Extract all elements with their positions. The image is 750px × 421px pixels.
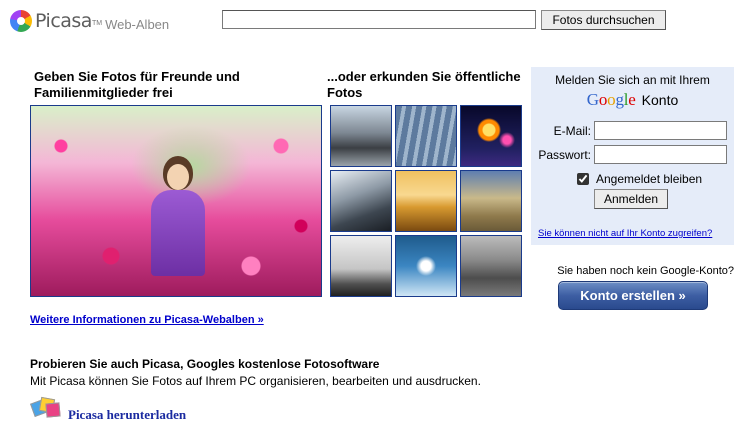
no-account-text: Sie haben noch kein Google-Konto? xyxy=(557,265,734,277)
share-heading: Geben Sie Fotos für Freunde und Familien… xyxy=(34,69,240,100)
photo-subject xyxy=(147,156,209,276)
picasa-download-icon[interactable] xyxy=(30,396,62,421)
public-photo-thumb[interactable] xyxy=(330,170,392,232)
create-account-button[interactable]: Konto erstellen » xyxy=(558,281,708,310)
google-logo: Google xyxy=(586,90,636,109)
remember-checkbox[interactable] xyxy=(577,173,589,185)
public-photo-thumb[interactable] xyxy=(330,235,392,297)
signin-button[interactable]: Anmelden xyxy=(594,189,668,209)
public-photo-thumb[interactable] xyxy=(460,105,522,167)
remember-row: Angemeldet bleiben xyxy=(577,172,702,186)
more-info-link[interactable]: Weitere Informationen zu Picasa-Webalben… xyxy=(30,314,264,326)
public-photo-thumb[interactable] xyxy=(460,235,522,297)
picasa-logo-icon xyxy=(10,10,32,32)
konto-label: Konto xyxy=(641,92,679,108)
promo-heading: Probieren Sie auch Picasa, Googles koste… xyxy=(30,357,380,371)
search-input[interactable] xyxy=(222,10,536,29)
public-photo-thumb[interactable] xyxy=(395,170,457,232)
featured-photo[interactable] xyxy=(30,105,322,297)
logo-subtitle: Web-Alben xyxy=(105,16,170,32)
remember-label: Angemeldet bleiben xyxy=(596,172,703,186)
download-picasa-link[interactable]: Picasa herunterladen xyxy=(68,407,186,421)
public-photos-grid xyxy=(330,105,522,297)
explore-heading: ...oder erkunden Sie öffentliche Fotos xyxy=(327,69,521,100)
login-panel: Melden Sie sich an mit Ihrem Google Konto… xyxy=(531,67,734,245)
public-photo-thumb[interactable] xyxy=(395,105,457,167)
logo-trademark: TM xyxy=(91,19,103,27)
public-photo-thumb[interactable] xyxy=(330,105,392,167)
login-title: Melden Sie sich an mit Ihrem xyxy=(555,73,710,87)
search-button[interactable]: Fotos durchsuchen xyxy=(541,10,666,30)
public-photo-thumb[interactable] xyxy=(460,170,522,232)
public-photo-thumb[interactable] xyxy=(395,235,457,297)
promo-description: Mit Picasa können Sie Fotos auf Ihrem PC… xyxy=(30,374,481,388)
google-account-label: Google Konto xyxy=(531,90,734,110)
email-label: E-Mail: xyxy=(553,124,591,138)
password-label: Passwort: xyxy=(538,148,591,162)
email-field[interactable] xyxy=(594,121,727,140)
password-field[interactable] xyxy=(594,145,727,164)
cant-access-link[interactable]: Sie können nicht auf Ihr Konto zugreifen… xyxy=(538,228,712,239)
logo-wordmark: Picasa xyxy=(35,10,92,32)
picasa-logo[interactable]: Picasa TM Web-Alben xyxy=(10,8,169,34)
